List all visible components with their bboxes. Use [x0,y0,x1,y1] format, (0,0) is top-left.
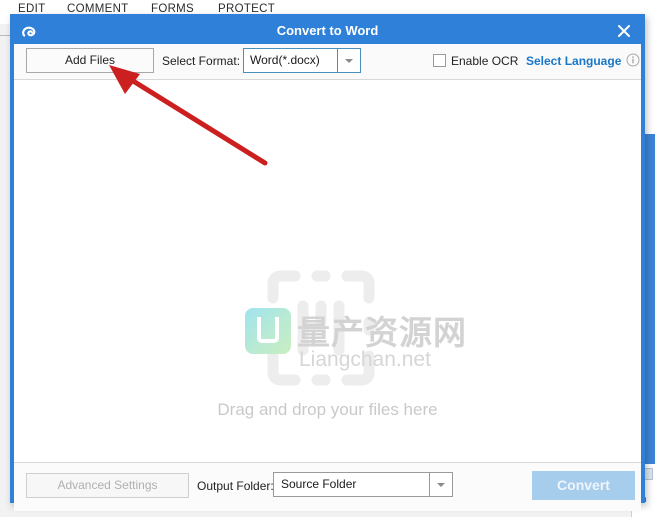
select-format-label: Select Format: [162,54,241,68]
chevron-down-icon [437,482,445,487]
output-folder-arrow-button[interactable] [429,473,452,496]
watermark-logo-icon [245,308,291,354]
convert-button[interactable]: Convert [532,471,635,500]
enable-ocr-label[interactable]: Enable OCR [451,54,518,68]
watermark-site-text: Liangchan.net [299,348,431,371]
convert-to-word-dialog: Convert to Word Add Files Select Format:… [10,14,645,511]
dialog-title: Convert to Word [276,23,379,38]
watermark-logo-glyph [257,317,279,343]
dialog-toolbar: Add Files Select Format: Word(*.docx) En… [14,44,641,80]
close-icon[interactable] [615,22,633,40]
watermark: 量产资源网 Liangchan.net [197,266,467,396]
format-select-value: Word(*.docx) [250,53,320,67]
drop-hint-text: Drag and drop your files here [217,400,438,419]
format-select[interactable]: Word(*.docx) [243,48,361,73]
file-drop-area[interactable]: 量产资源网 Liangchan.net Drag and drop your f… [14,80,641,462]
output-folder-label: Output Folder: [197,479,274,493]
watermark-chinese-text: 量产资源网 [297,313,467,352]
output-folder-value: Source Folder [281,477,357,491]
format-select-arrow-button[interactable] [337,49,360,72]
enable-ocr-checkbox[interactable] [433,54,446,67]
advanced-settings-button[interactable]: Advanced Settings [26,473,189,498]
dialog-footer: Advanced Settings Output Folder: Source … [14,462,641,511]
select-language-link[interactable]: Select Language [526,54,621,68]
add-files-button[interactable]: Add Files [26,48,154,73]
info-circle-icon[interactable] [626,53,640,67]
dialog-title-bar: Convert to Word [14,18,641,44]
output-folder-select[interactable]: Source Folder [273,472,453,497]
chevron-down-icon [345,58,353,63]
